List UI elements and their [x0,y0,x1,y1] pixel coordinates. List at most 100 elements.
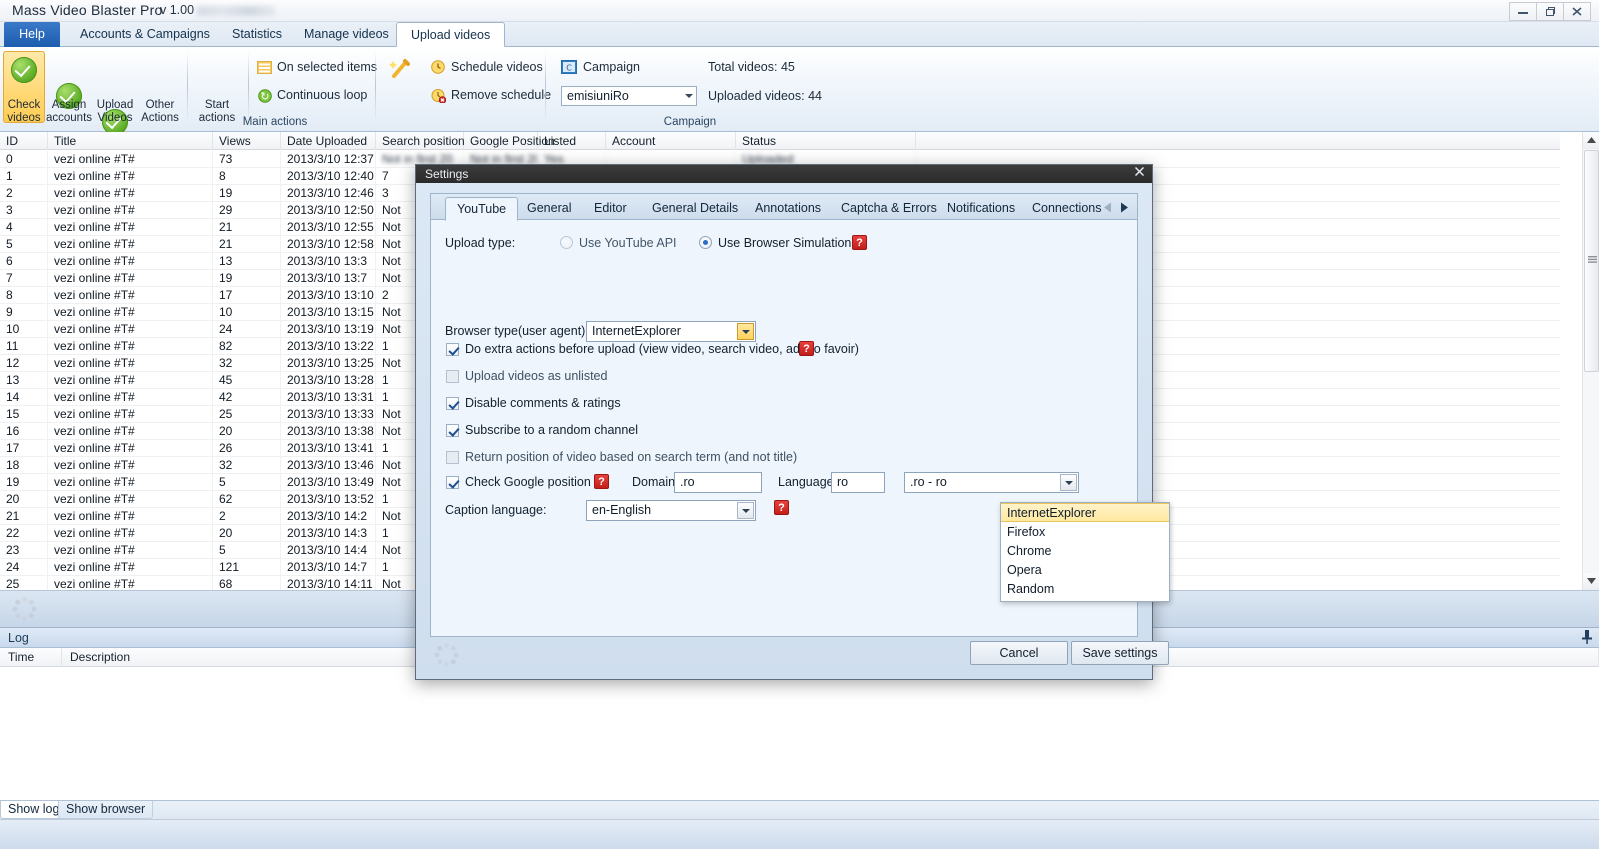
upload-videos-button[interactable]: Upload Videos [91,99,139,125]
log-panel-title: Log [8,631,29,645]
cell-title: vezi online #T# [48,406,213,423]
dropdown-option-firefox[interactable]: Firefox [1001,523,1169,542]
tab-captcha-errors[interactable]: Captcha & Errors [830,198,948,220]
ribbon-tab-accounts-campaigns[interactable]: Accounts & Campaigns [66,22,224,47]
cell-title: vezi online #T# [48,321,213,338]
app-title: Mass Video Blaster Pro [12,2,163,18]
checkbox-return-position-by-search-term[interactable] [446,451,459,464]
videos-table-scrollbar[interactable] [1582,132,1599,590]
chevron-down-icon[interactable] [737,323,754,340]
grid-col-id[interactable]: ID [0,132,48,150]
cell-date: 2013/3/10 13:25 [281,355,376,372]
cell-id: 23 [0,542,48,559]
tab-general-details[interactable]: General Details [641,198,749,220]
chevron-right-icon[interactable] [1119,202,1129,216]
cell-title: vezi online #T# [48,440,213,457]
radio-use-browser-simulation[interactable] [699,236,712,249]
ribbon-tab-manage-videos[interactable]: Manage videos [290,22,403,47]
pin-icon[interactable] [1581,630,1593,647]
window-controls [1509,0,1591,22]
svg-text:↻: ↻ [260,90,269,103]
tab-notifications[interactable]: Notifications [936,198,1026,220]
cell-id: 21 [0,508,48,525]
on-selected-items-button[interactable]: On selected items [277,60,377,74]
cell-id: 13 [0,372,48,389]
campaign-icon: C [560,59,578,75]
caption-language-select[interactable]: en-English [586,500,756,521]
check-videos-label-line1: Check [7,99,41,111]
ribbon-tab-help[interactable]: Help [4,22,60,47]
assign-accounts-button[interactable]: Assign accounts [45,99,93,125]
scroll-up-icon[interactable] [1583,132,1599,149]
help-icon-upload-type[interactable]: ? [852,235,867,250]
scroll-down-icon[interactable] [1583,573,1599,590]
cell-date: 2013/3/10 14:2 [281,508,376,525]
radio-use-youtube-api[interactable] [560,236,573,249]
tab-annotations[interactable]: Annotations [744,198,832,220]
scrollbar-thumb[interactable] [1584,150,1599,372]
locale-select[interactable]: .ro - ro [904,472,1079,493]
clock-icon [431,60,445,74]
tab-general[interactable]: General [516,198,582,220]
tab-connections[interactable]: Connections [1021,198,1113,220]
browser-type-label: Browser type(user agent): [445,324,589,338]
checkbox-check-google-position[interactable] [446,476,459,489]
tab-editor[interactable]: Editor [583,198,638,220]
caption-language-label: Caption language: [445,503,547,517]
domain-input[interactable]: .ro [674,472,762,493]
dropdown-option-random[interactable]: Random [1001,580,1169,599]
checkbox-disable-comments-ratings[interactable] [446,397,459,410]
browser-type-dropdown-list[interactable]: InternetExplorer Firefox Chrome Opera Ra… [1000,502,1170,602]
checkbox-do-extra-actions[interactable] [446,343,459,356]
help-icon-extra-actions[interactable]: ? [799,341,814,356]
continuous-loop-button[interactable]: Continuous loop [277,88,367,102]
schedule-videos-button[interactable]: Schedule videos [451,60,543,74]
restore-icon[interactable] [1536,1,1564,21]
cell-title: vezi online #T# [48,338,213,355]
loop-icon: ↻ [258,89,272,103]
chevron-down-icon[interactable] [737,502,754,519]
cell-views: 42 [213,389,281,406]
dropdown-option-internetexplorer[interactable]: InternetExplorer [1001,503,1169,522]
checkbox-subscribe-random-channel[interactable] [446,424,459,437]
browser-type-select[interactable]: InternetExplorer [586,321,756,342]
cell-title: vezi online #T# [48,355,213,372]
cell-date: 2013/3/10 13:49 [281,474,376,491]
cell-views: 26 [213,440,281,457]
cancel-button[interactable]: Cancel [970,641,1068,665]
grid-col-date-uploaded[interactable]: Date Uploaded [281,132,376,150]
save-settings-button[interactable]: Save settings [1071,641,1169,665]
close-icon[interactable] [1134,166,1145,180]
grid-col-google-position[interactable]: Google Position [464,132,555,150]
grid-col-search-position[interactable]: Search position [376,132,465,150]
dropdown-option-chrome[interactable]: Chrome [1001,542,1169,561]
help-icon-google-position[interactable]: ? [594,474,609,489]
remove-schedule-button[interactable]: Remove schedule [451,88,551,102]
grid-col-listed[interactable]: Listed [538,132,606,150]
cell-id: 8 [0,287,48,304]
grid-col-status[interactable]: Status [736,132,916,150]
minimize-icon[interactable] [1509,1,1537,21]
cell-title: vezi online #T# [48,372,213,389]
grid-col-views[interactable]: Views [213,132,281,150]
dropdown-option-opera[interactable]: Opera [1001,561,1169,580]
close-icon[interactable] [1563,1,1591,21]
other-actions-label-line2: Actions [141,112,179,124]
cell-id: 9 [0,304,48,321]
checkbox-upload-as-unlisted[interactable] [446,370,459,383]
language-input[interactable]: ro [831,472,885,493]
grid-col-title[interactable]: Title [48,132,213,150]
cell-date: 2013/3/10 13:19 [281,321,376,338]
tab-youtube[interactable]: YouTube [445,197,519,221]
other-actions-button[interactable]: Other Actions [136,99,184,125]
upload-videos-label-line2: Videos [97,112,133,124]
chevron-left-icon[interactable] [1103,202,1113,216]
ribbon-tab-statistics[interactable]: Statistics [218,22,296,47]
campaign-select[interactable]: emisiuniRo [561,86,697,106]
tab-show-browser[interactable]: Show browser [58,801,154,819]
chevron-down-icon[interactable] [1060,474,1077,491]
help-icon-caption-language[interactable]: ? [774,500,789,515]
grid-col-account[interactable]: Account [606,132,736,150]
uploaded-videos-count: Uploaded videos: 44 [708,89,822,103]
ribbon-tab-upload-videos[interactable]: Upload videos [396,22,506,47]
